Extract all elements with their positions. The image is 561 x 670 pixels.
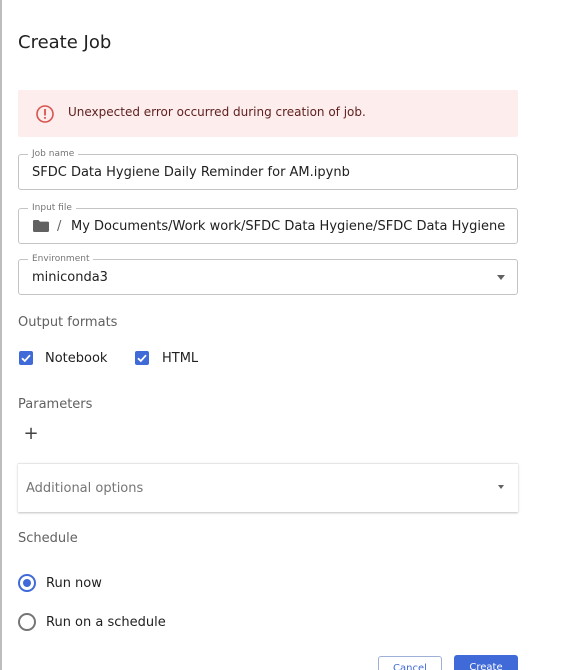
check-icon (21, 354, 31, 363)
input-file-field[interactable]: Input file / My Documents/Work work/SFDC… (18, 202, 518, 244)
job-name-field[interactable]: Job name SFDC Data Hygiene Daily Reminde… (18, 148, 518, 190)
create-button[interactable]: Create (454, 655, 518, 670)
alert-message: Unexpected error occurred during creatio… (68, 105, 366, 119)
run-now-radio[interactable] (18, 574, 36, 592)
html-label: HTML (162, 351, 199, 366)
additional-options-accordion[interactable]: Additional options (18, 463, 518, 512)
run-now-label: Run now (46, 576, 102, 591)
run-on-schedule-label: Run on a schedule (46, 615, 166, 630)
notebook-label: Notebook (45, 351, 108, 366)
chevron-down-icon (498, 485, 504, 489)
parameters-label: Parameters (18, 397, 93, 412)
chevron-down-icon[interactable] (497, 275, 505, 280)
check-icon (137, 354, 147, 363)
panel-border (0, 0, 2, 670)
error-alert: Unexpected error occurred during creatio… (18, 90, 518, 137)
output-formats-label: Output formats (18, 315, 118, 330)
environment-select[interactable]: Environment miniconda3 (18, 253, 518, 295)
additional-options-label: Additional options (26, 481, 144, 496)
cancel-button[interactable]: Cancel (378, 656, 442, 670)
add-parameter-button[interactable]: + (22, 425, 40, 443)
notebook-checkbox[interactable] (19, 351, 33, 365)
environment-label: Environment (28, 253, 94, 265)
create-job-dialog: Create Job Unexpected error occurred dur… (0, 0, 561, 670)
path-separator: / (57, 219, 62, 234)
folder-icon (33, 220, 49, 232)
error-outline-icon (36, 105, 54, 123)
run-on-schedule-radio[interactable] (18, 613, 36, 631)
environment-value: miniconda3 (32, 270, 108, 285)
radio-dot (23, 579, 31, 587)
input-file-label: Input file (28, 202, 76, 214)
input-file-path: My Documents/Work work/SFDC Data Hygiene… (71, 219, 507, 234)
html-checkbox[interactable] (135, 351, 149, 365)
page-title: Create Job (18, 32, 112, 53)
schedule-label: Schedule (18, 531, 78, 546)
job-name-label: Job name (28, 148, 79, 160)
job-name-value: SFDC Data Hygiene Daily Reminder for AM.… (32, 165, 350, 180)
